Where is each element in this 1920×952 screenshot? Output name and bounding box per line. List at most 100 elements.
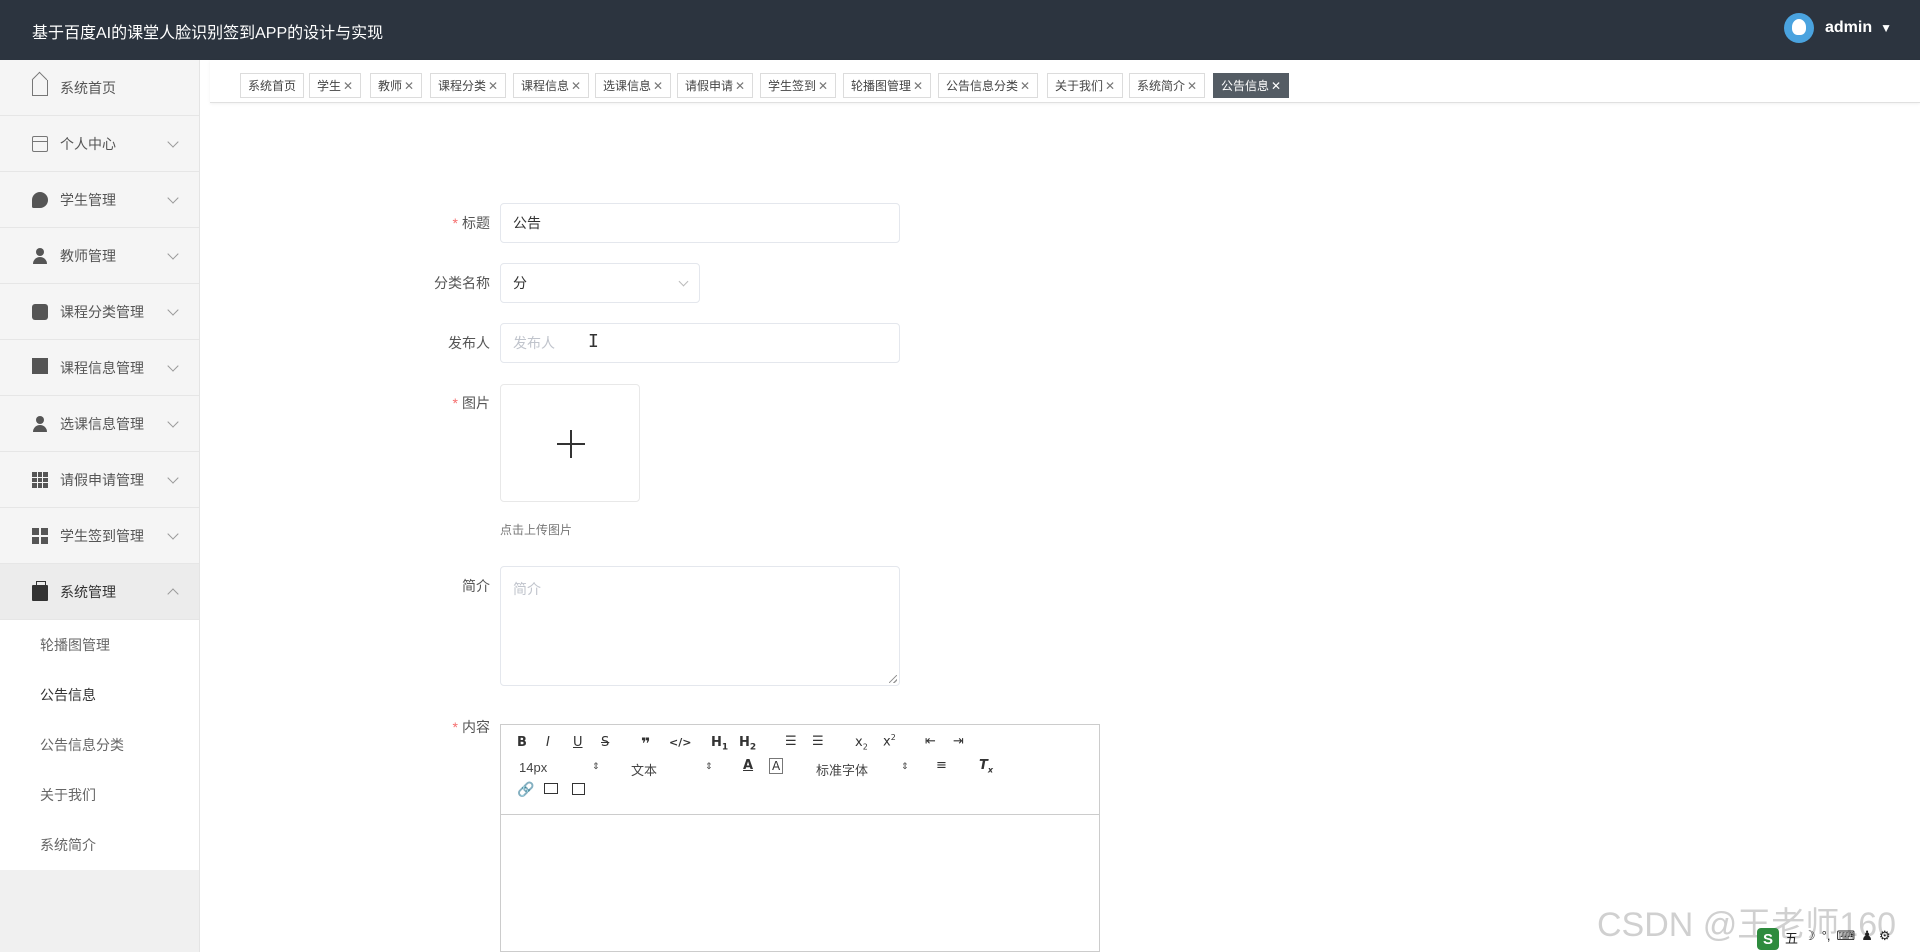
tray-item[interactable]: 五 xyxy=(1785,928,1798,950)
font-color-icon[interactable]: A xyxy=(743,758,753,773)
sidebar-item-label: 学生管理 xyxy=(60,191,116,208)
strikethrough-icon[interactable]: S xyxy=(601,735,609,750)
category-label: 分类名称 xyxy=(434,275,490,291)
resize-handle[interactable] xyxy=(889,675,897,683)
tab-carousel[interactable]: 轮播图管理 ✕ xyxy=(843,73,932,98)
close-icon[interactable]: ✕ xyxy=(571,79,581,93)
tab-course-categories[interactable]: 课程分类 ✕ xyxy=(430,73,507,98)
bullet-list-icon[interactable]: ☰ xyxy=(812,734,824,749)
close-icon[interactable]: ✕ xyxy=(1271,79,1281,93)
tab-about[interactable]: 关于我们 ✕ xyxy=(1047,73,1124,98)
tab-leave[interactable]: 请假申请 ✕ xyxy=(677,73,754,98)
align-icon[interactable]: ≡ xyxy=(936,758,947,773)
outdent-icon[interactable]: ⇤ xyxy=(925,734,936,749)
leaf-icon xyxy=(32,191,48,208)
publisher-label: 发布人 xyxy=(448,335,490,351)
sidebar-item-courses[interactable]: 课程信息管理 xyxy=(0,340,199,396)
clear-format-icon[interactable]: Tx xyxy=(979,758,993,775)
title-input[interactable]: 公告 xyxy=(500,203,900,243)
sidebar-item-teachers[interactable]: 教师管理 xyxy=(0,228,199,284)
sidebar-item-home[interactable]: 系统首页 xyxy=(0,60,199,116)
sidebar-subitem-carousel[interactable]: 轮播图管理 xyxy=(0,620,199,670)
close-icon[interactable]: ✕ xyxy=(1187,79,1197,93)
tab-students[interactable]: 学生 ✕ xyxy=(309,73,362,98)
publisher-input[interactable]: 发布人 xyxy=(500,323,900,363)
chevron-down-icon xyxy=(167,416,179,428)
sidebar-item-label: 选课信息管理 xyxy=(60,415,144,432)
sidebar-item-label: 请假申请管理 xyxy=(60,471,144,488)
ordered-list-icon[interactable]: ☰ xyxy=(785,734,797,749)
superscript-icon[interactable]: x2 xyxy=(883,733,896,749)
tab-label: 轮播图管理 xyxy=(851,79,912,93)
close-icon[interactable]: ✕ xyxy=(653,79,663,93)
sidebar-subitem-announcements[interactable]: 公告信息 xyxy=(0,670,199,720)
tab-checkin[interactable]: 学生签到 ✕ xyxy=(760,73,837,98)
system-tray: S 五 ☽ °, ⌨ ♟ ⚙ xyxy=(1757,928,1891,950)
tab-label: 请假申请 xyxy=(685,79,734,93)
sidebar-item-enrollment[interactable]: 选课信息管理 xyxy=(0,396,199,452)
tab-courses[interactable]: 课程信息 ✕ xyxy=(513,73,590,98)
font-family-select[interactable]: 标准字体 ⇕ xyxy=(816,760,909,779)
grid-icon xyxy=(32,471,48,488)
subscript-icon[interactable]: x2 xyxy=(855,735,868,752)
person-icon[interactable]: ♟ xyxy=(1861,928,1873,950)
tab-teachers[interactable]: 教师 ✕ xyxy=(370,73,423,98)
tiles-icon xyxy=(32,527,48,544)
sidebar-item-students[interactable]: 学生管理 xyxy=(0,172,199,228)
tab-announcements[interactable]: 公告信息 ✕ xyxy=(1213,73,1290,98)
block-format-select[interactable]: 文本 ⇕ xyxy=(631,760,713,779)
video-icon[interactable] xyxy=(572,783,585,795)
close-icon[interactable]: ✕ xyxy=(818,79,828,93)
sidebar-subitem-intro[interactable]: 系统简介 xyxy=(0,820,199,870)
close-icon[interactable]: ✕ xyxy=(488,79,498,93)
sidebar: 系统首页 个人中心 学生管理 教师管理 课程分类管理 课程信息管理 选课信息管理… xyxy=(0,60,200,952)
tab-home[interactable]: 系统首页 xyxy=(240,73,305,98)
underline-icon[interactable]: U xyxy=(573,735,583,750)
blockquote-icon[interactable]: ❞ xyxy=(641,734,650,753)
sidebar-item-checkin[interactable]: 学生签到管理 xyxy=(0,508,199,564)
close-icon[interactable]: ✕ xyxy=(1020,79,1030,93)
intro-label: 简介 xyxy=(462,578,490,594)
chevron-down-icon xyxy=(167,192,179,204)
tab-label: 学生 xyxy=(317,79,342,93)
user-menu[interactable]: admin ▼ xyxy=(1783,13,1892,43)
bold-icon[interactable]: B xyxy=(517,735,527,750)
moon-icon[interactable]: ☽ xyxy=(1804,928,1816,950)
sidebar-subitem-about[interactable]: 关于我们 xyxy=(0,770,199,820)
close-icon[interactable]: ✕ xyxy=(735,79,745,93)
settings-icon[interactable]: ⚙ xyxy=(1879,928,1891,950)
ime-s-icon[interactable]: S xyxy=(1757,928,1779,950)
category-select[interactable]: 分 xyxy=(500,263,700,303)
heading1-icon[interactable]: H1 xyxy=(711,735,728,753)
briefcase-icon xyxy=(32,581,48,601)
close-icon[interactable]: ✕ xyxy=(1105,79,1115,93)
tab-enrollment[interactable]: 选课信息 ✕ xyxy=(595,73,672,98)
sidebar-subitem-announcement-categories[interactable]: 公告信息分类 xyxy=(0,720,199,770)
background-color-icon[interactable]: A xyxy=(769,758,784,774)
heading2-icon[interactable]: H2 xyxy=(739,735,756,753)
tab-intro[interactable]: 系统简介 ✕ xyxy=(1129,73,1206,98)
keyboard-icon[interactable]: ⌨ xyxy=(1836,928,1855,950)
sidebar-item-leave[interactable]: 请假申请管理 xyxy=(0,452,199,508)
font-size-select[interactable]: 14px ⇕ xyxy=(519,760,600,775)
code-block-icon[interactable]: </> xyxy=(669,736,691,749)
tab-label: 教师 xyxy=(378,79,403,93)
sidebar-item-course-categories[interactable]: 课程分类管理 xyxy=(0,284,199,340)
upload-hint: 点击上传图片 xyxy=(500,523,573,537)
sidebar-item-system[interactable]: 系统管理 xyxy=(0,564,199,620)
chevron-down-icon xyxy=(167,360,179,372)
close-icon[interactable]: ✕ xyxy=(343,79,353,93)
close-icon[interactable]: ✕ xyxy=(913,79,923,93)
image-upload-button[interactable] xyxy=(500,384,640,502)
sidebar-item-personal[interactable]: 个人中心 xyxy=(0,116,199,172)
user-icon xyxy=(32,415,48,432)
intro-textarea[interactable]: 简介 xyxy=(500,566,900,686)
image-icon[interactable] xyxy=(544,783,558,794)
punctuation-icon[interactable]: °, xyxy=(1822,928,1831,950)
close-icon[interactable]: ✕ xyxy=(404,79,414,93)
tab-announcement-categories[interactable]: 公告信息分类 ✕ xyxy=(938,73,1039,98)
sidebar-item-label: 课程信息管理 xyxy=(60,359,144,376)
indent-icon[interactable]: ⇥ xyxy=(953,734,964,749)
link-icon[interactable]: 🔗 xyxy=(517,782,534,798)
italic-icon[interactable]: I xyxy=(546,735,550,750)
